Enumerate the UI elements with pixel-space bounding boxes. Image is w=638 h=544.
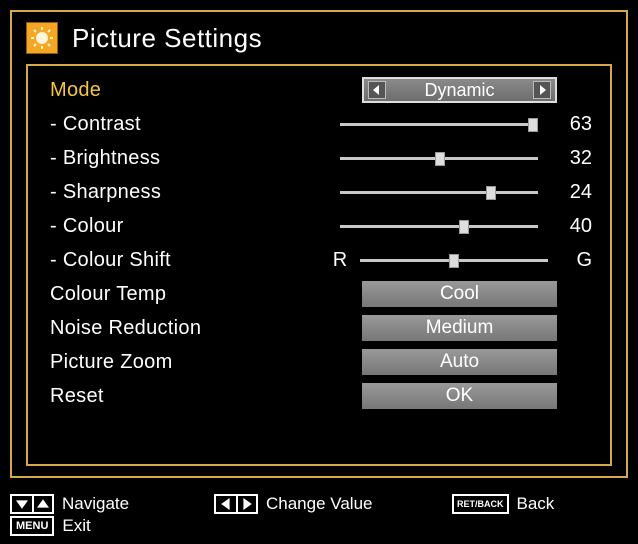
settings-panel: Mode Dynamic - Contrast 63 - Brightness: [26, 64, 612, 466]
sharpness-slider[interactable]: 24: [330, 181, 592, 204]
noise-reduction-button[interactable]: Medium: [362, 315, 557, 341]
noise-reduction-label: Noise Reduction: [50, 317, 330, 340]
change-value-hint: Change Value: [266, 494, 373, 514]
footer-hints: Navigate Change Value RET/BACK Back MENU…: [10, 494, 628, 538]
sharpness-label: - Sharpness: [50, 181, 330, 204]
row-mode: Mode Dynamic: [50, 74, 592, 106]
colour-shift-slider[interactable]: R G: [330, 249, 592, 272]
row-noise-reduction: Noise Reduction Medium: [50, 312, 592, 344]
picture-settings-window: Picture Settings Mode Dynamic - Contrast…: [10, 10, 628, 478]
reset-label: Reset: [50, 385, 330, 408]
row-sharpness: - Sharpness 24: [50, 176, 592, 208]
picture-zoom-label: Picture Zoom: [50, 351, 330, 374]
brightness-value: 32: [548, 147, 592, 170]
arrow-right-icon: [236, 494, 258, 514]
mode-selector[interactable]: Dynamic: [362, 77, 557, 103]
mode-label: Mode: [50, 79, 330, 102]
chevron-right-icon[interactable]: [533, 81, 551, 99]
nav-left-right-keys: [214, 494, 258, 514]
menu-key: MENU: [10, 516, 54, 536]
row-picture-zoom: Picture Zoom Auto: [50, 346, 592, 378]
contrast-slider[interactable]: 63: [330, 113, 592, 136]
brightness-label: - Brightness: [50, 147, 330, 170]
page-title: Picture Settings: [72, 23, 262, 54]
row-colour: - Colour 40: [50, 210, 592, 242]
colour-shift-label: - Colour Shift: [50, 249, 330, 272]
reset-button[interactable]: OK: [362, 383, 557, 409]
exit-hint: Exit: [62, 516, 90, 536]
colour-label: - Colour: [50, 215, 330, 238]
contrast-value: 63: [548, 113, 592, 136]
colour-temp-button[interactable]: Cool: [362, 281, 557, 307]
colour-value: 40: [548, 215, 592, 238]
picture-settings-icon: [26, 22, 58, 54]
arrow-left-icon: [214, 494, 236, 514]
row-colour-temp: Colour Temp Cool: [50, 278, 592, 310]
colour-shift-left: R: [330, 249, 350, 272]
row-brightness: - Brightness 32: [50, 142, 592, 174]
contrast-label: - Contrast: [50, 113, 330, 136]
arrow-up-icon: [32, 494, 54, 514]
row-contrast: - Contrast 63: [50, 108, 592, 140]
mode-value: Dynamic: [424, 80, 494, 101]
nav-up-down-keys: [10, 494, 54, 514]
back-hint: Back: [517, 494, 555, 514]
arrow-down-icon: [10, 494, 32, 514]
row-colour-shift: - Colour Shift R G: [50, 244, 592, 276]
picture-zoom-button[interactable]: Auto: [362, 349, 557, 375]
row-reset: Reset OK: [50, 380, 592, 412]
colour-temp-label: Colour Temp: [50, 283, 330, 306]
title-row: Picture Settings: [12, 12, 626, 60]
navigate-hint: Navigate: [62, 494, 129, 514]
chevron-left-icon[interactable]: [368, 81, 386, 99]
ret-back-key: RET/BACK: [452, 494, 509, 514]
sharpness-value: 24: [548, 181, 592, 204]
brightness-slider[interactable]: 32: [330, 147, 592, 170]
colour-shift-right: G: [558, 249, 592, 272]
colour-slider[interactable]: 40: [330, 215, 592, 238]
